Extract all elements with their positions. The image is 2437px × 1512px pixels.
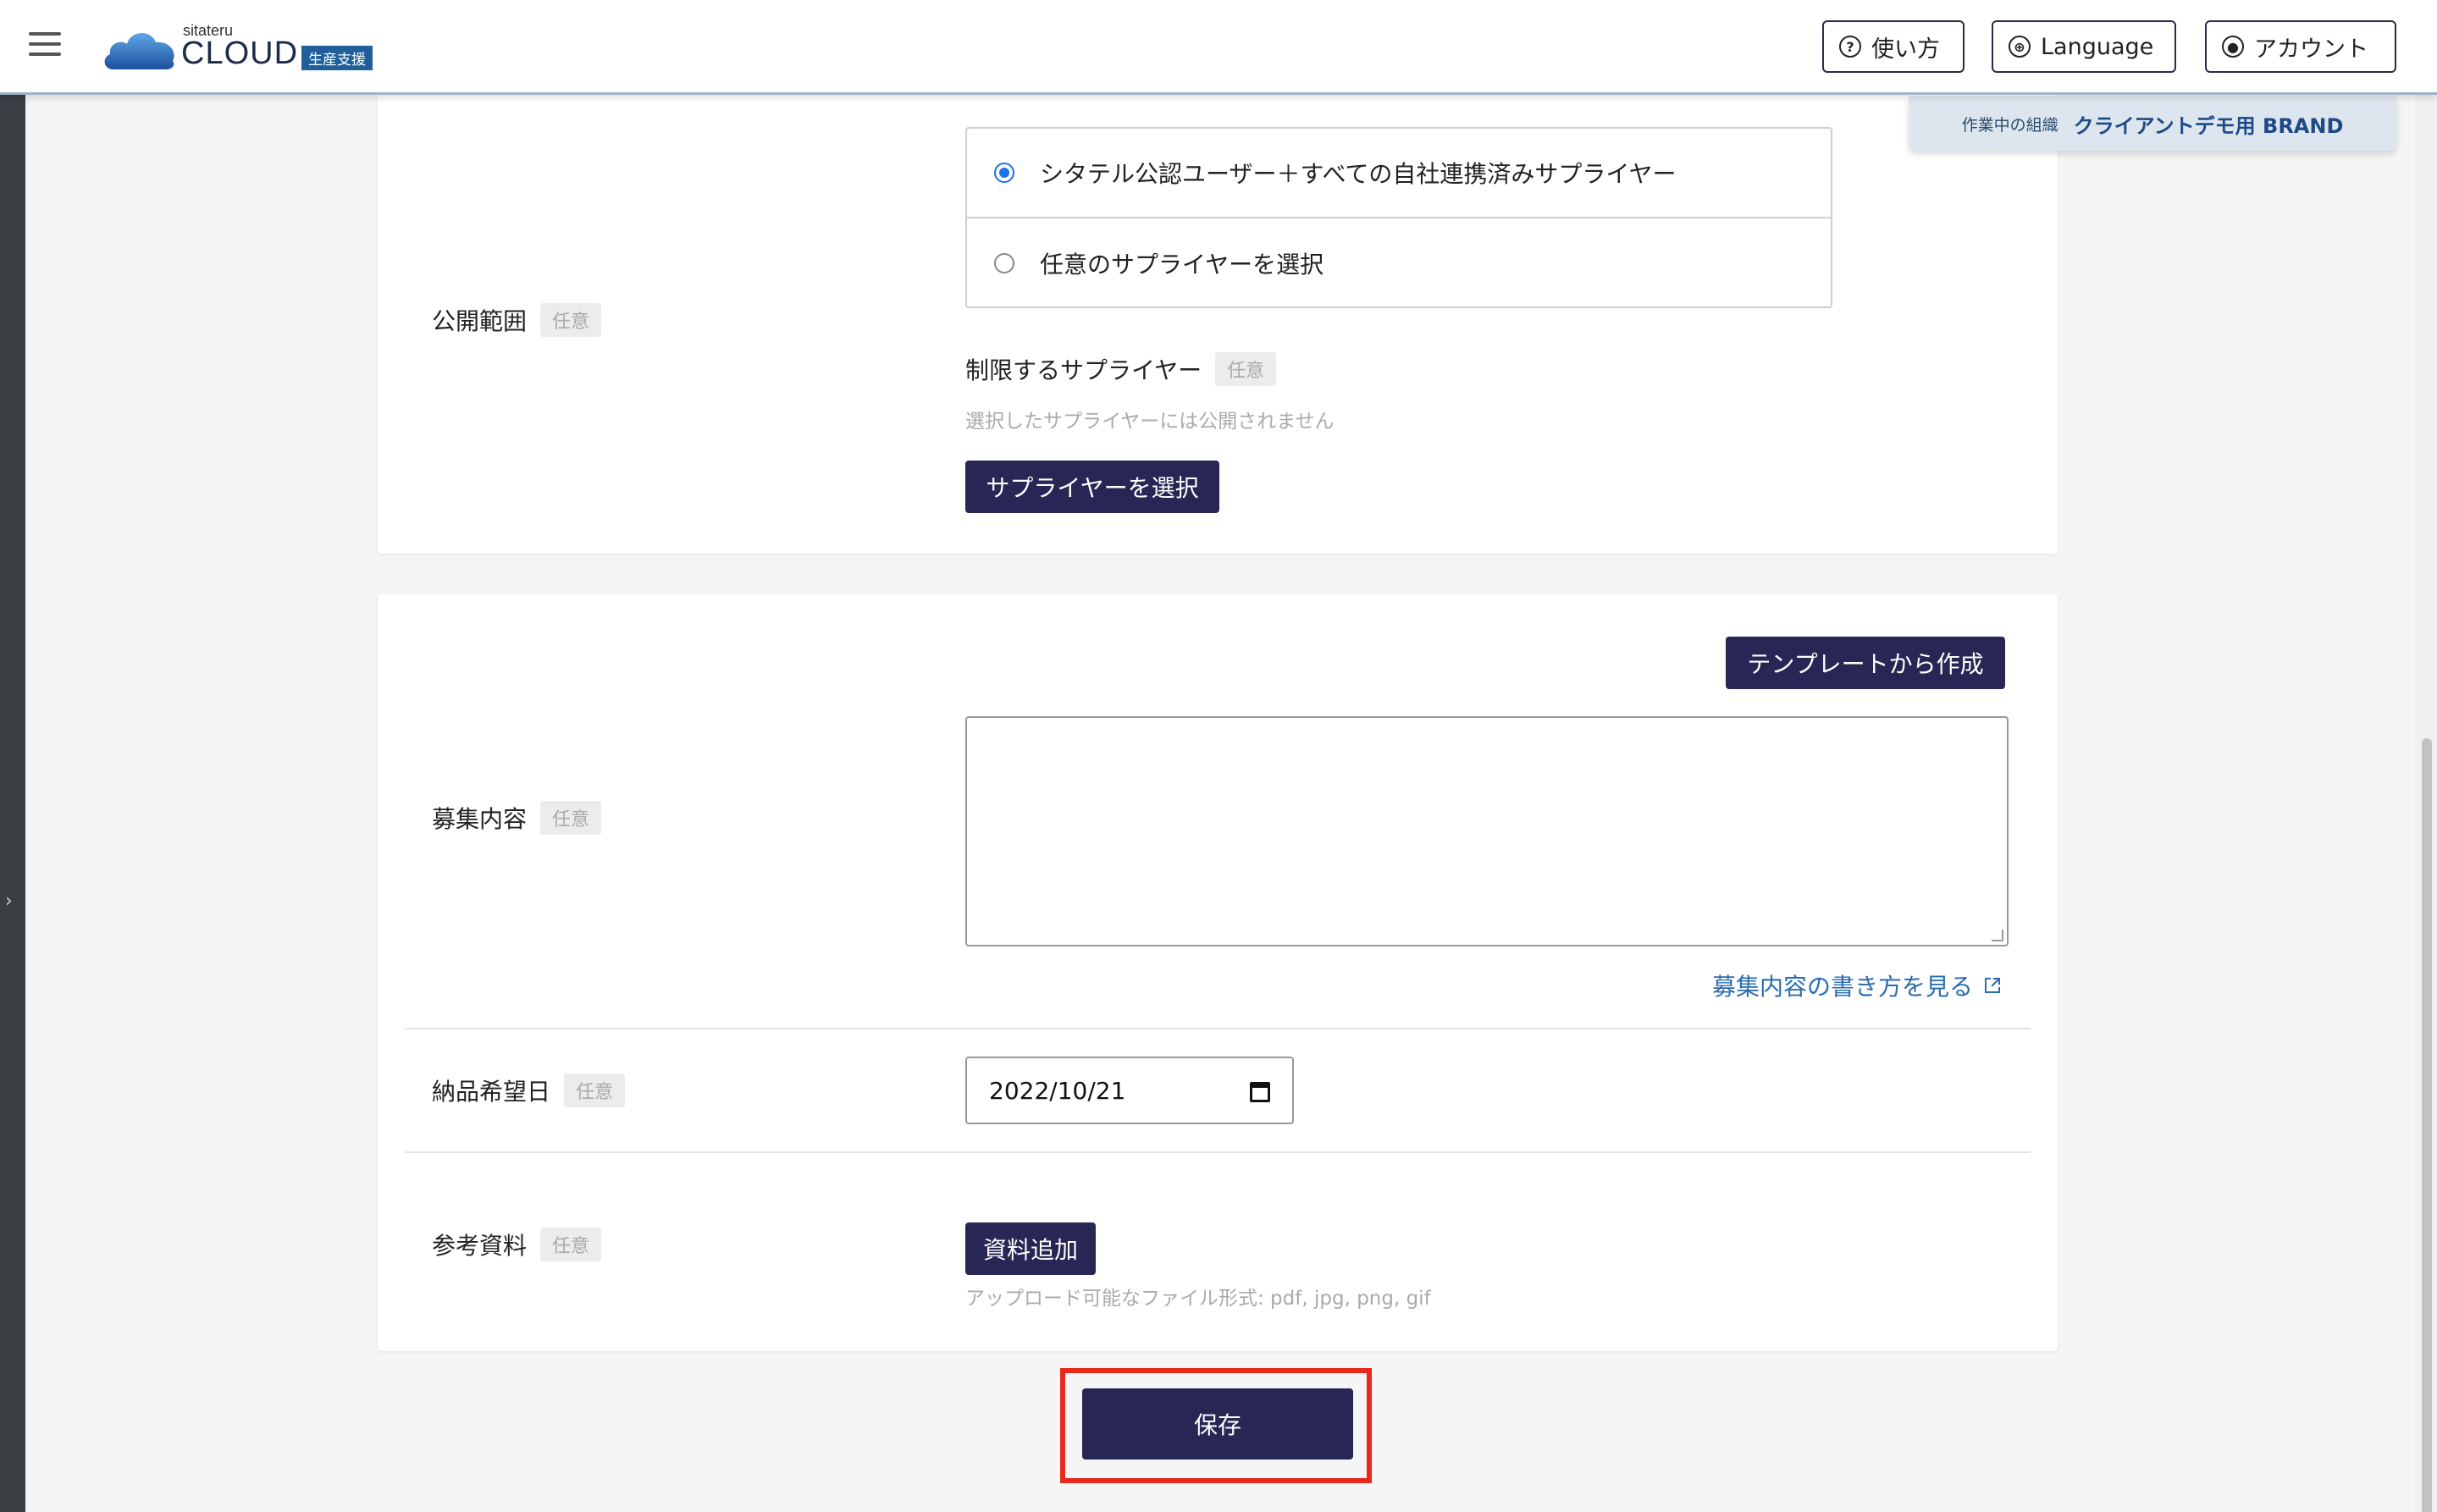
howto-link-text: 募集内容の書き方を見る <box>1712 973 1974 1001</box>
expand-sidebar-chevron-icon[interactable]: › <box>5 891 13 912</box>
menu-icon[interactable] <box>29 32 61 59</box>
help-button-label: 使い方 <box>1871 36 1940 63</box>
account-button[interactable]: ● アカウント <box>2205 20 2396 73</box>
restrict-hint: 選択したサプライヤーには公開されません <box>965 411 1335 433</box>
org-value: クライアントデモ用 BRAND <box>2073 113 2344 138</box>
help-button[interactable]: ? 使い方 <box>1822 20 1965 73</box>
language-button-label: Language <box>2041 33 2154 60</box>
top-header: sitateru CLOUD 生産支援 ? 使い方 ⊕ Language ● ア… <box>0 0 2437 95</box>
howto-write-link[interactable]: 募集内容の書き方を見る <box>1712 968 2002 1002</box>
logo-big-text: CLOUD <box>181 36 299 71</box>
radio-option-label: 任意のサプライヤーを選択 <box>1040 251 1324 279</box>
resize-handle-icon[interactable] <box>1992 930 2003 941</box>
radio-button[interactable] <box>994 253 1014 273</box>
logo-badge: 生産支援 <box>301 46 373 70</box>
restrict-suppliers-label: 制限するサプライヤー 任意 <box>965 352 1277 386</box>
delivery-date-input[interactable]: 2022/10/21 <box>965 1057 1294 1124</box>
optional-tag: 任意 <box>540 303 602 337</box>
delivery-date-value: 2022/10/21 <box>989 1076 1126 1105</box>
calendar-icon[interactable] <box>1250 1082 1270 1102</box>
external-link-icon <box>1985 978 2001 993</box>
recruit-content-textarea[interactable] <box>965 716 2009 946</box>
optional-tag: 任意 <box>564 1073 626 1107</box>
reference-label-text: 参考資料 <box>432 1232 528 1260</box>
restrict-label-text: 制限するサプライヤー <box>965 356 1202 384</box>
delivery-label-text: 納品希望日 <box>432 1078 551 1106</box>
account-button-label: アカウント <box>2254 36 2368 63</box>
select-supplier-button[interactable]: サプライヤーを選択 <box>965 461 1219 513</box>
org-label: 作業中の組織 <box>1961 115 2058 135</box>
optional-tag: 任意 <box>1215 352 1277 386</box>
radio-option-label: シタテル公認ユーザー＋すべての自社連携済みサプライヤー <box>1040 160 1677 188</box>
radio-option-all-suppliers[interactable]: シタテル公認ユーザー＋すべての自社連携済みサプライヤー <box>967 129 1831 218</box>
current-organization: 作業中の組織 クライアントデモ用 BRAND <box>1909 97 2396 151</box>
visibility-label-text: 公開範囲 <box>432 307 528 335</box>
create-from-template-button[interactable]: テンプレートから作成 <box>1726 637 2005 689</box>
globe-icon: ⊕ <box>2009 36 2031 58</box>
recruit-field-label: 募集内容 任意 <box>432 801 602 835</box>
radio-option-select-suppliers[interactable]: 任意のサプライヤーを選択 <box>967 218 1831 308</box>
visibility-radio-group: シタテル公認ユーザー＋すべての自社連携済みサプライヤー 任意のサプライヤーを選択 <box>965 127 1832 308</box>
optional-tag: 任意 <box>540 801 602 835</box>
divider <box>405 1028 2031 1029</box>
add-material-button[interactable]: 資料追加 <box>965 1222 1096 1275</box>
upload-format-hint: アップロード可能なファイル形式: pdf, jpg, png, gif <box>965 1288 1431 1310</box>
radio-button-selected[interactable] <box>994 163 1014 183</box>
question-icon: ? <box>1839 36 1861 58</box>
cloud-logo-icon <box>104 32 174 69</box>
page-scrollbar[interactable] <box>2415 95 2437 1512</box>
language-button[interactable]: ⊕ Language <box>1992 20 2176 73</box>
delivery-field-label: 納品希望日 任意 <box>432 1073 626 1107</box>
scrollbar-thumb[interactable] <box>2422 738 2432 1512</box>
recruit-label-text: 募集内容 <box>432 805 528 833</box>
collapsed-sidebar: › <box>0 95 25 1512</box>
optional-tag: 任意 <box>540 1228 602 1261</box>
logo[interactable]: sitateru CLOUD 生産支援 <box>102 20 390 74</box>
user-icon: ● <box>2222 36 2244 58</box>
reference-field-label: 参考資料 任意 <box>432 1228 602 1261</box>
divider <box>405 1151 2031 1153</box>
visibility-field-label: 公開範囲 任意 <box>432 303 602 337</box>
save-button[interactable]: 保存 <box>1082 1388 1353 1460</box>
